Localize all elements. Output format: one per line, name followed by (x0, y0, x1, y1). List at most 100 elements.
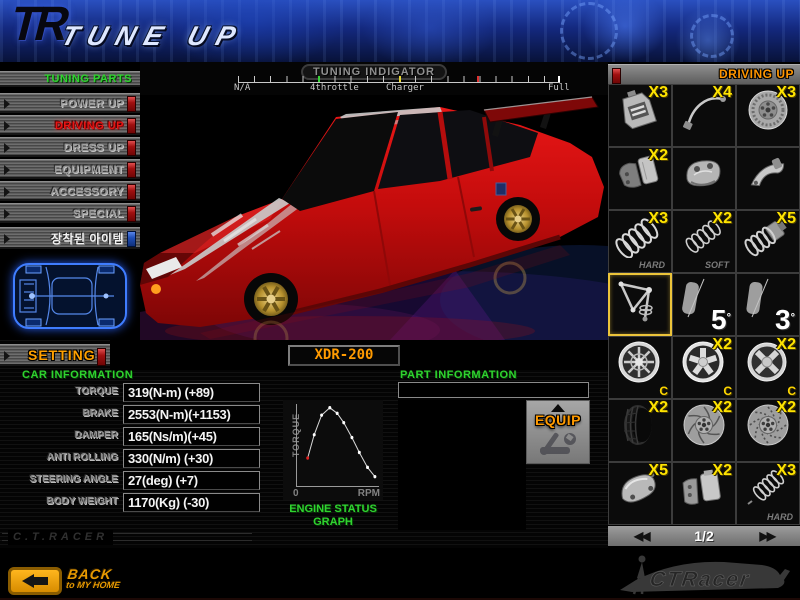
part-count: X2 (712, 399, 732, 417)
part-cell-spring-hard[interactable]: X3 HARD (608, 210, 672, 273)
banner-art (690, 14, 734, 58)
info-row-body-weight: BODY WEIGHT 1170(Kg) (-30) (0, 493, 260, 513)
parts-panel-header: DRIVING UP (608, 64, 800, 84)
part-cell-brake-pads[interactable]: X2 (608, 147, 672, 210)
sidebar-item-special[interactable]: SPECIAL (0, 203, 140, 223)
item-indicator (612, 68, 621, 84)
info-value: 319(N-m) (+89) (123, 383, 260, 402)
part-cell-suspension-arm[interactable] (608, 273, 672, 336)
car-name-display: XDR-200 (288, 345, 400, 366)
part-cell-disc-slotted[interactable]: X2 (672, 399, 736, 462)
sidebar-item-equipment[interactable]: EQUIPMENT (0, 159, 140, 179)
info-row-steering-angle: STEERING ANGLE 27(deg) (+7) (0, 471, 260, 491)
top-banner: TR TUNE UP (0, 0, 800, 64)
item-indicator (127, 140, 136, 156)
car-information-title: CAR INFORMATION (22, 369, 133, 381)
parts-pager: ◀◀ 1/2 ▶▶ (608, 526, 800, 546)
arrow-right-icon (4, 121, 10, 131)
part-cell-caliper-rear[interactable]: X5 (608, 462, 672, 525)
part-cell-spring-hard-small[interactable]: X3 HARD (736, 462, 800, 525)
part-cell-brake-disc[interactable]: X3 (736, 84, 800, 147)
equip-button[interactable]: EQUIP (526, 400, 590, 464)
part-class: C (723, 384, 732, 398)
part-cell-caliper-bracket[interactable] (736, 147, 800, 210)
sidebar-item-power-up[interactable]: POWER UP (0, 93, 140, 113)
wheel-icon (612, 340, 668, 384)
scale-tick-red (477, 76, 479, 82)
watermark-ctracer: C.T.RACER (2, 530, 252, 545)
part-cell-wheel-4spoke[interactable]: X2 C (736, 336, 800, 399)
part-cell-brake-pads-rear[interactable]: X2 (672, 462, 736, 525)
part-count: X3 (648, 210, 668, 228)
banner-art (560, 2, 618, 60)
parts-grid: X3 X4 X3 (608, 84, 800, 525)
part-cell-coilover[interactable]: X5 (736, 210, 800, 273)
info-row-anti-rolling: ANTI ROLLING 330(N/m) (+30) (0, 449, 260, 469)
item-indicator (127, 162, 136, 178)
part-count: X2 (712, 462, 732, 480)
item-indicator (127, 118, 136, 134)
sidebar-item-dress-up[interactable]: DRESS UP (0, 137, 140, 157)
part-cell-spring-soft[interactable]: X2 SOFT (672, 210, 736, 273)
suspension-arm-icon (613, 278, 669, 322)
tuning-parts-header: TUNING PARTS (0, 71, 140, 87)
info-row-damper: DAMPER 165(Ns/m)(+45) (0, 427, 260, 447)
part-tag: HARD (639, 260, 665, 270)
ctracer-logo: CTRacer (612, 550, 794, 598)
tune-up-screen: TR TUNE UP TUNING INDIGATOR N/A 4throttl… (0, 0, 800, 600)
arrow-right-icon (4, 165, 10, 175)
scale-label: Full (548, 83, 570, 93)
arrow-right-icon (4, 209, 10, 219)
caliper-bracket-icon (740, 151, 796, 195)
item-indicator (97, 348, 106, 366)
page-prev-button[interactable]: ◀◀ (634, 527, 648, 545)
part-count: X3 (648, 84, 668, 102)
banner-title: TUNE UP (58, 21, 248, 52)
graph-origin: 0 (293, 488, 299, 499)
engine-status-caption: ENGINE STATUS GRAPH (270, 503, 396, 529)
camber-value: 5° (711, 306, 731, 334)
arrow-right-icon (4, 234, 10, 244)
part-class: C (787, 384, 796, 398)
page-next-button[interactable]: ▶▶ (760, 527, 774, 545)
arrow-left-icon (22, 574, 34, 588)
arrow-right-icon (4, 351, 10, 361)
sidebar-item-driving-up[interactable]: DRIVING UP (0, 115, 140, 135)
part-information-title: PART INFORMATION (400, 369, 517, 381)
item-indicator (127, 184, 136, 200)
scale-tick-yellow (399, 76, 401, 82)
up-triangle-icon (551, 404, 565, 412)
part-cell-camber-5[interactable]: 5° (672, 273, 736, 336)
part-cell-wheel-5spoke[interactable]: X2 C (672, 336, 736, 399)
arrow-right-icon (4, 143, 10, 153)
tuning-indicator-bar: TUNING INDIGATOR N/A 4throttle Charger F… (140, 62, 608, 95)
camber-value: 3° (775, 306, 795, 334)
part-cell-wheel-multispoke[interactable]: C (608, 336, 672, 399)
part-count: X3 (776, 84, 796, 102)
arrow-left-icon (34, 577, 48, 585)
tuning-scale (238, 76, 560, 83)
part-count: X2 (648, 399, 668, 417)
part-cell-brake-caliper[interactable] (672, 147, 736, 210)
part-count: X2 (648, 147, 668, 165)
part-cell-disc-drilled[interactable]: X2 (736, 399, 800, 462)
info-value: 2553(N-m)(+1153) (123, 405, 260, 424)
sidebar-item-equipped-items[interactable]: 장착된 아이템 (0, 227, 140, 249)
part-count: X4 (712, 84, 732, 102)
part-cell-brake-hose[interactable]: X4 (672, 84, 736, 147)
back-button-label[interactable]: BACK to MY HOME (65, 568, 122, 590)
part-count: X2 (712, 210, 732, 228)
sidebar-item-accessory[interactable]: ACCESSORY (0, 181, 140, 201)
item-indicator (127, 206, 136, 222)
arrow-right-icon (4, 187, 10, 197)
part-cell-brake-fluid[interactable]: X3 (608, 84, 672, 147)
setting-bar: SETTING (0, 344, 110, 366)
scale-tick-end (558, 76, 560, 82)
part-count: X5 (776, 210, 796, 228)
part-cell-tire[interactable]: X2 (608, 399, 672, 462)
back-button[interactable] (8, 567, 62, 595)
svg-text:CTRacer: CTRacer (648, 568, 752, 591)
part-description-display (398, 400, 526, 530)
part-cell-camber-3[interactable]: 3° (736, 273, 800, 336)
part-count: X2 (712, 336, 732, 354)
